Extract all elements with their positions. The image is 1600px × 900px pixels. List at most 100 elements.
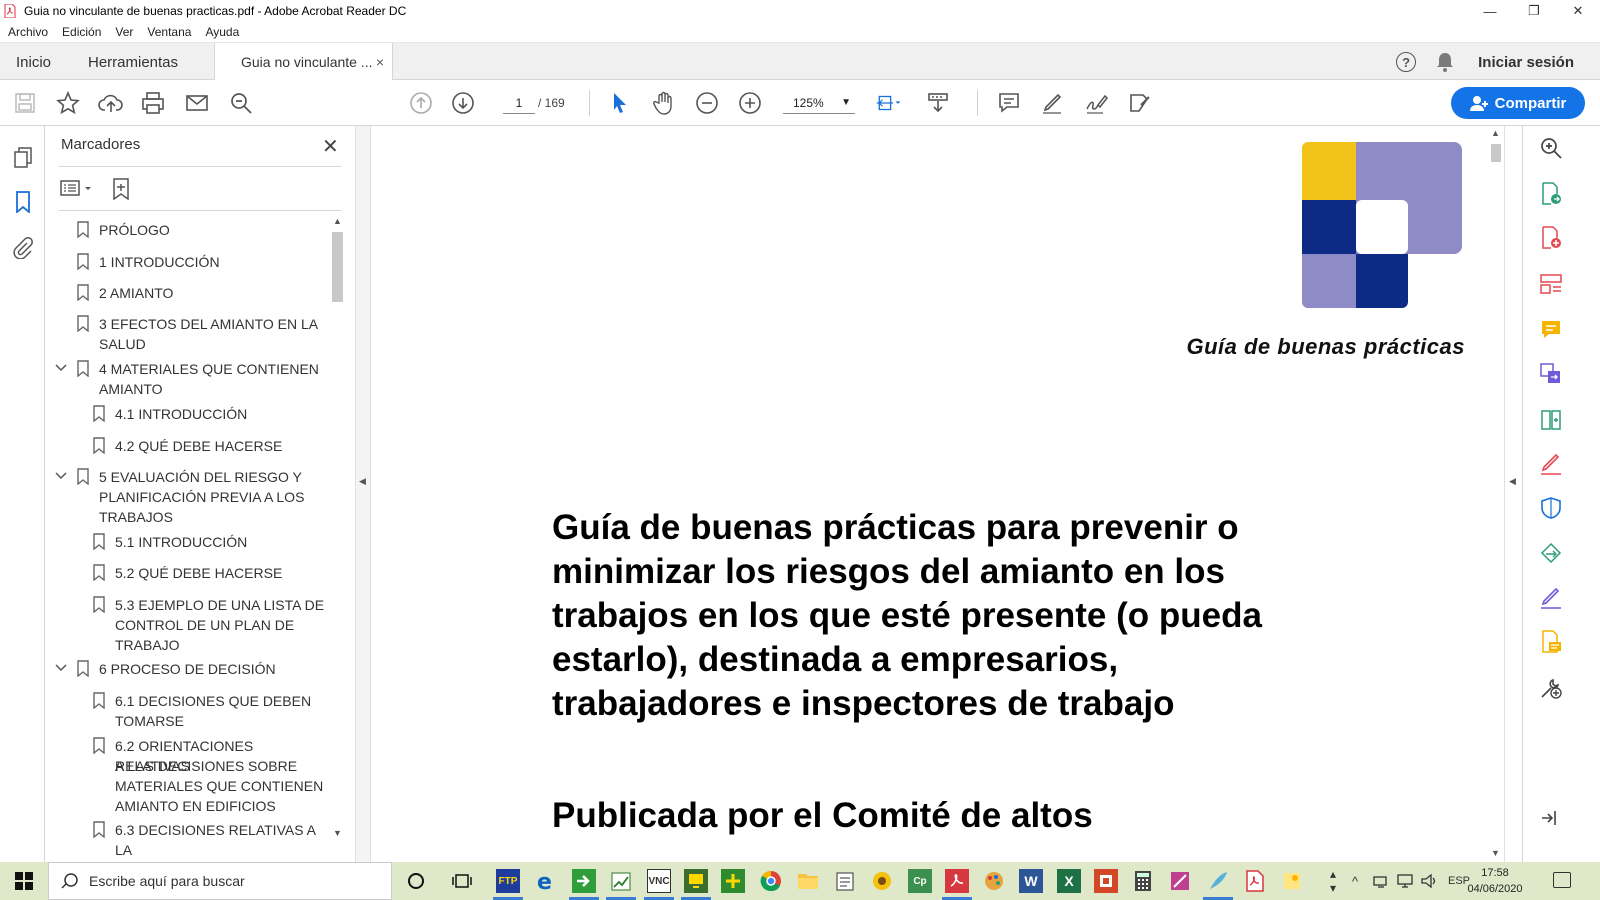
menu-archivo[interactable]: Archivo — [8, 25, 48, 39]
add-app-icon[interactable] — [721, 869, 745, 893]
zoom-select[interactable]: 125% ▼ — [783, 92, 855, 114]
print-icon[interactable] — [140, 90, 166, 116]
bookmark-item[interactable]: 5.2 QUÉ DEBE HACERSE — [45, 563, 332, 585]
bell-icon[interactable] — [1436, 52, 1454, 72]
tab-inicio[interactable]: Inicio — [16, 43, 51, 81]
bookmark-item[interactable]: 6.3 DECISIONES RELATIVAS A LA — [45, 820, 332, 858]
chart-app-icon[interactable] — [609, 869, 633, 893]
select-cursor-icon[interactable] — [607, 90, 633, 116]
tab-herramientas[interactable]: Herramientas — [88, 43, 178, 81]
tab-close-button[interactable]: × — [376, 54, 384, 70]
network-tray-icon[interactable] — [1372, 862, 1390, 900]
add-bookmark-icon[interactable] — [111, 178, 131, 205]
bookmarks-scrollbar[interactable]: ▲ ▼ — [332, 216, 343, 844]
scroll-down-icon[interactable]: ▼ — [332, 828, 343, 838]
bookmark-item[interactable]: 2 AMIANTO — [45, 283, 332, 305]
task-view-icon[interactable] — [450, 869, 474, 893]
chevron-up-icon[interactable]: ^ — [1352, 862, 1358, 900]
help-icon[interactable]: ? — [1396, 52, 1417, 72]
display-tray-icon[interactable] — [1396, 862, 1414, 900]
sunflower-app-icon[interactable] — [870, 869, 894, 893]
bookmark-item[interactable]: 3 EFECTOS DEL AMIANTO EN LA SALUD — [45, 314, 332, 356]
comment-icon[interactable] — [996, 90, 1022, 116]
acrobat-taskbar-icon[interactable] — [945, 869, 969, 893]
scroll-down-icon[interactable]: ▼ — [1491, 848, 1500, 858]
scroll-up-icon[interactable]: ▲ — [332, 216, 343, 226]
page-up-icon[interactable] — [408, 90, 434, 116]
powerpoint-app-icon[interactable] — [1094, 869, 1118, 893]
notepad-app-icon[interactable] — [833, 869, 857, 893]
bookmark-item[interactable]: 5.1 INTRODUCCIÓN — [45, 532, 332, 554]
paint-app-icon[interactable] — [982, 869, 1006, 893]
pdf-document-icon[interactable] — [1243, 869, 1267, 893]
menu-ventana[interactable]: Ventana — [147, 25, 191, 39]
sticky-notes-icon[interactable] — [1280, 869, 1304, 893]
highlight-pen-icon[interactable] — [1039, 90, 1065, 116]
right-splitter[interactable]: ◀ — [1504, 126, 1522, 862]
zoom-search-icon[interactable] — [1539, 136, 1565, 162]
calculator-icon[interactable] — [1131, 869, 1155, 893]
drawing-app-icon[interactable] — [1168, 869, 1192, 893]
scroll-thumb[interactable] — [332, 232, 343, 302]
collapse-pane-icon[interactable] — [1539, 808, 1565, 834]
bookmark-item[interactable]: 5 EVALUACIÓN DEL RIESGO Y PLANIFICACIÓN … — [45, 467, 332, 529]
scroll-thumb[interactable] — [1491, 144, 1501, 162]
create-pdf-icon[interactable] — [1539, 226, 1565, 252]
bookmark-item[interactable]: 4.2 QUÉ DEBE HACERSE — [45, 436, 332, 458]
organize-pages-icon[interactable] — [1539, 408, 1565, 434]
excel-app-icon[interactable]: X — [1057, 869, 1081, 893]
send-for-review-icon[interactable] — [1539, 542, 1565, 568]
collapse-left-icon[interactable]: ◀ — [359, 476, 366, 487]
bookmark-item[interactable]: 5.3 EJEMPLO DE UNA LISTA DE CONTROL DE U… — [45, 595, 332, 657]
minimize-button[interactable]: — — [1468, 0, 1512, 22]
bookmark-item[interactable]: 6.2 ORIENTACIONES RELATIVAS A LAS DECISI… — [45, 736, 332, 818]
cp-app-icon[interactable]: Cp — [908, 869, 932, 893]
page-down-icon[interactable] — [450, 90, 476, 116]
comment-tool-icon[interactable] — [1539, 318, 1565, 344]
menu-edicion[interactable]: Edición — [62, 25, 101, 39]
feather-app-icon[interactable] — [1206, 869, 1230, 893]
chevron-down-icon[interactable] — [55, 659, 67, 679]
menu-ver[interactable]: Ver — [115, 25, 133, 39]
notification-center-icon[interactable] — [1553, 872, 1571, 888]
ftp-app-icon[interactable]: FTP — [496, 869, 520, 893]
app-arrow-icon[interactable] — [572, 869, 596, 893]
fill-sign-icon[interactable] — [1539, 452, 1565, 478]
more-tools-icon[interactable] — [1539, 676, 1565, 702]
page-thumbnails-icon[interactable] — [11, 146, 35, 170]
bookmark-item[interactable]: PRÓLOGO — [45, 220, 332, 242]
document-scrollbar[interactable]: ▲ ▼ — [1488, 126, 1504, 862]
scan-ocr-icon[interactable] — [1539, 630, 1565, 656]
zoom-in-icon[interactable] — [737, 90, 763, 116]
signin-link[interactable]: Iniciar sesión — [1478, 54, 1574, 71]
volume-icon[interactable] — [1420, 862, 1438, 900]
start-button[interactable] — [0, 862, 48, 900]
protect-shield-icon[interactable] — [1539, 496, 1565, 522]
panel-splitter[interactable]: ◀ — [355, 126, 371, 862]
bookmark-item[interactable]: 6 PROCESO DE DECISIÓN — [45, 659, 332, 681]
taskbar-clock[interactable]: 17:58 04/06/2020 — [1460, 865, 1530, 897]
share-button[interactable]: Compartir — [1451, 87, 1585, 119]
bookmark-item[interactable]: 4.1 INTRODUCCIÓN — [45, 404, 332, 426]
redact-icon[interactable] — [1127, 90, 1153, 116]
request-signature-icon[interactable] — [1539, 586, 1565, 612]
search-zoom-icon[interactable] — [228, 90, 254, 116]
chevron-down-icon[interactable] — [55, 359, 67, 379]
chevron-down-icon[interactable] — [55, 467, 67, 487]
export-pdf-icon[interactable] — [1539, 182, 1565, 208]
zoom-out-icon[interactable] — [694, 90, 720, 116]
edge-browser-icon[interactable]: e — [534, 869, 558, 893]
bookmark-options-icon[interactable] — [59, 178, 95, 205]
cloud-upload-icon[interactable] — [98, 90, 124, 116]
chrome-browser-icon[interactable] — [759, 869, 783, 893]
word-app-icon[interactable]: W — [1019, 869, 1043, 893]
mail-icon[interactable] — [184, 90, 210, 116]
scroll-up-icon[interactable]: ▲ — [1491, 128, 1500, 138]
vnc-viewer-icon[interactable]: VNC — [647, 869, 671, 893]
close-window-button[interactable]: ✕ — [1556, 0, 1600, 22]
fit-page-icon[interactable] — [876, 90, 902, 116]
restore-button[interactable]: ❐ — [1512, 0, 1556, 22]
menu-ayuda[interactable]: Ayuda — [205, 25, 239, 39]
attachment-icon[interactable] — [11, 236, 35, 260]
save-icon[interactable] — [12, 90, 38, 116]
